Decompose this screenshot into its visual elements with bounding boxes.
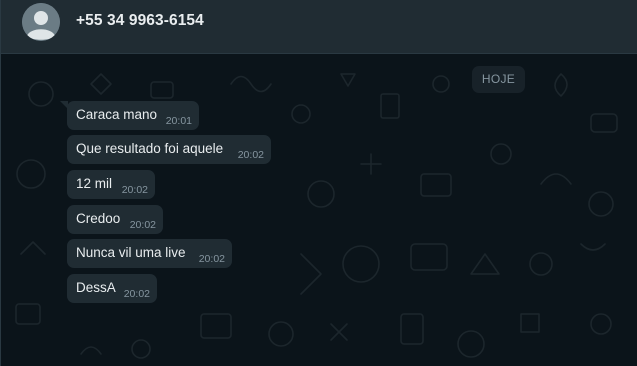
default-avatar-icon bbox=[22, 3, 60, 41]
chat-window: +55 34 9963-6154 HOJE Caraca mano 20:01 … bbox=[0, 0, 637, 366]
message-time: 20:02 bbox=[198, 253, 225, 265]
message-list[interactable]: HOJE Caraca mano 20:01 Que resultado foi… bbox=[1, 54, 637, 366]
bubble-tail bbox=[60, 101, 68, 109]
message-text: 12 mil bbox=[76, 176, 113, 191]
message-bubble[interactable]: DessA 20:02 bbox=[67, 274, 157, 303]
message-text: Nunca vil uma live bbox=[76, 245, 186, 260]
message-bubble[interactable]: Que resultado foi aquele 20:02 bbox=[67, 135, 271, 164]
message-bubble[interactable]: 12 mil 20:02 bbox=[67, 170, 155, 199]
message-time: 20:02 bbox=[121, 184, 148, 196]
message-time: 20:02 bbox=[123, 288, 150, 300]
message-bubble[interactable]: Credoo 20:02 bbox=[67, 205, 163, 234]
message-bubble[interactable]: Nunca vil uma live 20:02 bbox=[67, 239, 232, 268]
message-time: 20:01 bbox=[165, 115, 192, 127]
message-time: 20:02 bbox=[129, 219, 156, 231]
message-text: Caraca mano bbox=[76, 107, 158, 122]
date-chip: HOJE bbox=[472, 66, 525, 93]
chat-header: +55 34 9963-6154 bbox=[1, 0, 637, 54]
message-bubble[interactable]: Caraca mano 20:01 bbox=[60, 101, 199, 130]
contact-avatar[interactable] bbox=[22, 3, 60, 41]
contact-name[interactable]: +55 34 9963-6154 bbox=[76, 12, 204, 30]
message-text: DessA bbox=[76, 280, 116, 295]
message-text: Que resultado foi aquele bbox=[76, 141, 224, 156]
message-time: 20:02 bbox=[237, 149, 264, 161]
message-text: Credoo bbox=[76, 211, 121, 226]
